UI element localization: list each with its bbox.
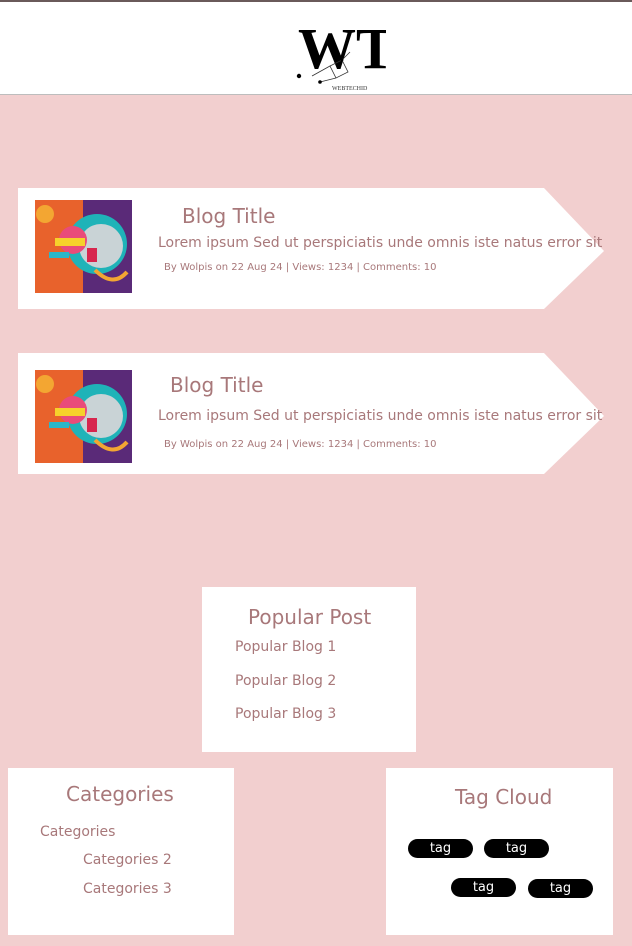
categories-title: Categories: [66, 782, 174, 806]
blog-title[interactable]: Blog Title: [182, 204, 275, 228]
popular-blog-link[interactable]: Popular Blog 1: [235, 639, 336, 655]
blog-card[interactable]: Blog Title Lorem ipsum Sed ut perspiciat…: [18, 353, 604, 474]
blog-thumbnail[interactable]: [35, 200, 132, 293]
popular-post-panel: Popular Post Popular Blog 1 Popular Blog…: [202, 587, 416, 752]
blog-title[interactable]: Blog Title: [170, 373, 263, 397]
ai-head-illustration-icon: [35, 370, 132, 463]
category-link[interactable]: Categories 3: [83, 881, 172, 897]
tag-cloud-panel: Tag Cloud tag tag tag tag: [386, 768, 613, 935]
blog-card[interactable]: Blog Title Lorem ipsum Sed ut perspiciat…: [18, 188, 604, 309]
popular-blog-link[interactable]: Popular Blog 2: [235, 673, 336, 689]
blog-excerpt: Lorem ipsum Sed ut perspiciatis unde omn…: [158, 235, 603, 251]
logo-letters: WT: [298, 16, 386, 81]
popular-post-title: Popular Post: [248, 605, 372, 629]
blog-meta: By Wolpis on 22 Aug 24 | Views: 1234 | C…: [164, 262, 437, 273]
category-link[interactable]: Categories: [40, 824, 115, 840]
site-logo[interactable]: WT WEBTECHID: [290, 16, 395, 94]
tag-cloud-title: Tag Cloud: [455, 785, 553, 809]
categories-panel: Categories Categories Categories 2 Categ…: [8, 768, 234, 935]
tag-pill[interactable]: tag: [484, 839, 549, 858]
popular-blog-link[interactable]: Popular Blog 3: [235, 706, 336, 722]
logo-caption: WEBTECHID: [332, 86, 368, 92]
tag-pill[interactable]: tag: [408, 839, 473, 858]
logo-icon: WT WEBTECHID: [296, 16, 395, 92]
blog-thumbnail[interactable]: [35, 370, 132, 463]
site-header: WT WEBTECHID: [0, 0, 632, 95]
blog-meta: By Wolpis on 22 Aug 24 | Views: 1234 | C…: [164, 439, 437, 450]
category-link[interactable]: Categories 2: [83, 852, 172, 868]
ai-head-illustration-icon: [35, 200, 132, 293]
blog-excerpt: Lorem ipsum Sed ut perspiciatis unde omn…: [158, 408, 603, 424]
tag-pill[interactable]: tag: [451, 878, 516, 897]
tag-pill[interactable]: tag: [528, 879, 593, 898]
